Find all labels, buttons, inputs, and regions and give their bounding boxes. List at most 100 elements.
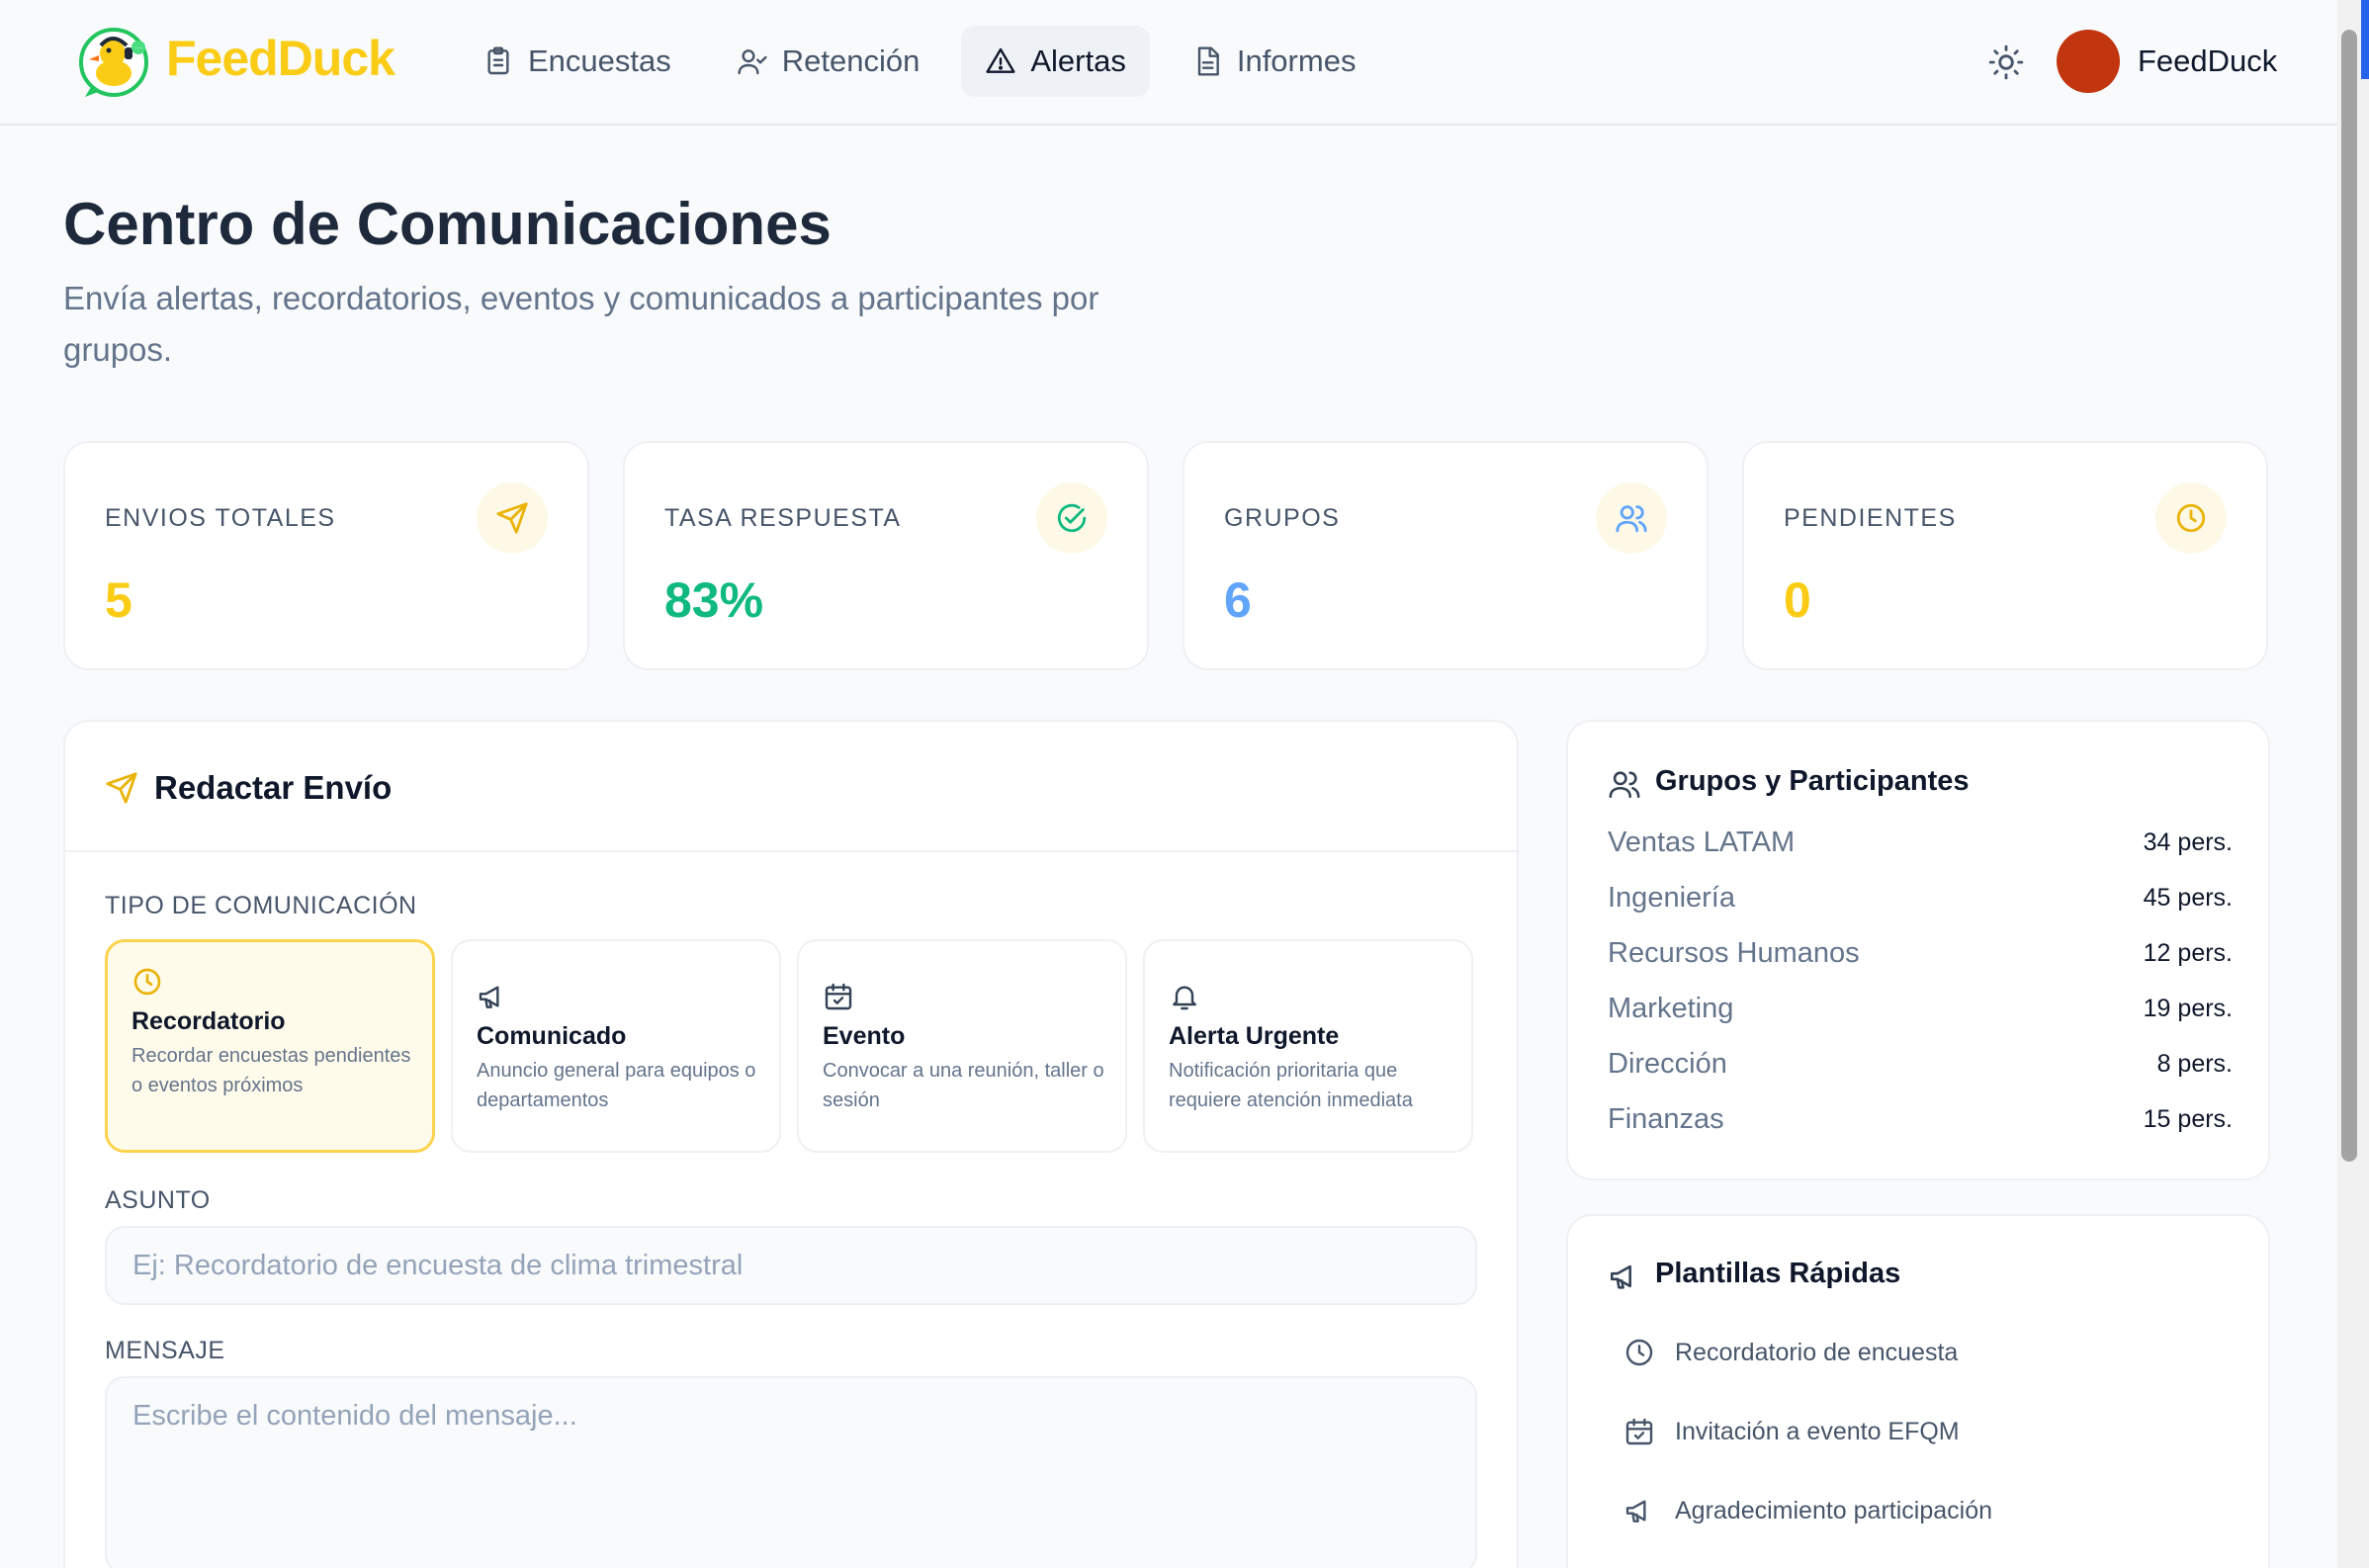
users-icon: [1609, 771, 1640, 799]
compose-title: Redactar Envío: [154, 769, 393, 806]
stat-card-grupos: GRUPOS 6: [1183, 441, 1709, 670]
window-edge: [2361, 0, 2369, 79]
group-count: 19 pers.: [2143, 995, 2233, 1022]
stat-label: GRUPOS: [1224, 504, 1341, 532]
stat-card-envios: ENVIOS TOTALES 5: [63, 441, 589, 670]
template-label: Recordatorio de encuesta: [1675, 1338, 1959, 1366]
clock-icon: [1625, 1339, 1653, 1366]
stat-label: PENDIENTES: [1784, 504, 1957, 532]
bell-icon: [1173, 986, 1196, 1010]
group-name: Recursos Humanos: [1608, 937, 1860, 969]
group-name: Ingeniería: [1608, 882, 1735, 914]
type-label: TIPO DE COMUNICACIÓN: [105, 892, 417, 919]
compose-panel: Redactar Envío TIPO DE COMUNICACIÓN Reco…: [63, 720, 1519, 1568]
user-check-icon: [738, 49, 767, 75]
group-name: Dirección: [1608, 1048, 1727, 1080]
clipboard-icon: [487, 46, 509, 75]
type-desc: Notificación prioritaria que requiere at…: [1169, 1060, 1413, 1111]
group-name: Marketing: [1608, 993, 1734, 1024]
message-label: MENSAJE: [105, 1337, 225, 1364]
template-label: Invitación a evento EFQM: [1675, 1417, 1960, 1445]
group-row[interactable]: Finanzas 15 pers.: [1608, 1103, 2233, 1143]
type-desc: Anuncio general para equipos o departame…: [477, 1060, 756, 1111]
nav-label: Retención: [781, 44, 921, 78]
users-icon: [1616, 505, 1647, 533]
type-title: Alerta Urgente: [1169, 1022, 1340, 1050]
nav-label: Alertas: [1030, 44, 1126, 78]
group-count: 8 pers.: [2156, 1050, 2233, 1078]
stat-value: 0: [1784, 572, 1811, 628]
group-count: 34 pers.: [2143, 828, 2233, 856]
clock-icon: [133, 968, 161, 996]
nav-label: Encuestas: [528, 44, 671, 78]
group-row[interactable]: Ingeniería 45 pers.: [1608, 882, 2233, 921]
groups-panel: Grupos y Participantes Ventas LATAM 34 p…: [1566, 720, 2270, 1180]
stat-card-pendientes: PENDIENTES 0: [1742, 441, 2268, 670]
template-label: Agradecimiento participación: [1675, 1496, 1993, 1524]
type-desc: Convocar a una reunión, taller o sesión: [823, 1060, 1104, 1111]
user-name[interactable]: FeedDuck: [2138, 44, 2277, 79]
megaphone-icon: [479, 986, 499, 1008]
type-option-alerta-urgente[interactable]: Alerta Urgente Notificación prioritaria …: [1143, 939, 1473, 1153]
document-icon: [1197, 46, 1219, 76]
brand-name[interactable]: FeedDuck: [166, 30, 395, 87]
stat-card-tasa: TASA RESPUESTA 83%: [623, 441, 1149, 670]
clock-icon: [2176, 503, 2206, 533]
megaphone-icon: [1610, 1264, 1631, 1289]
stat-value: 83%: [664, 572, 764, 628]
warning-triangle-icon: [986, 47, 1015, 73]
check-circle-icon: [1057, 503, 1087, 533]
svg-text:···: ···: [134, 44, 142, 52]
stat-value: 5: [105, 572, 132, 628]
group-row[interactable]: Marketing 19 pers.: [1608, 993, 2233, 1032]
type-option-comunicado[interactable]: Comunicado Anuncio general para equipos …: [451, 939, 781, 1153]
message-textarea[interactable]: Escribe el contenido del mensaje...: [105, 1376, 1477, 1568]
calendar-icon: [825, 983, 852, 1010]
stat-icon-wrap: [1036, 482, 1107, 554]
calendar-icon: [1625, 1418, 1653, 1445]
group-row[interactable]: Recursos Humanos 12 pers.: [1608, 937, 2233, 977]
main-nav: Encuestas Retención Alertas Informes: [459, 26, 1379, 97]
group-count: 45 pers.: [2143, 884, 2233, 912]
megaphone-icon: [1625, 1500, 1646, 1523]
stat-label: ENVIOS TOTALES: [105, 504, 336, 532]
stat-icon-wrap: [2155, 482, 2227, 554]
type-desc: Recordar encuestas pendientes o eventos …: [132, 1045, 411, 1096]
page-title: Centro de Comunicaciones: [63, 191, 832, 257]
send-icon: [496, 502, 528, 534]
stat-label: TASA RESPUESTA: [664, 504, 902, 532]
top-navbar: ··· FeedDuck Encuestas Retención Alertas…: [0, 0, 2339, 126]
nav-label: Informes: [1236, 44, 1357, 78]
duck-logo-icon[interactable]: ···: [77, 26, 150, 99]
group-name: Finanzas: [1608, 1103, 1724, 1135]
scrollbar-thumb[interactable]: [2341, 30, 2357, 1162]
stat-value: 6: [1224, 572, 1252, 628]
groups-title: Grupos y Participantes: [1655, 765, 1970, 797]
subject-label: ASUNTO: [105, 1186, 211, 1214]
send-icon: [106, 772, 137, 804]
type-option-evento[interactable]: Evento Convocar a una reunión, taller o …: [797, 939, 1127, 1153]
page-subtitle: Envía alertas, recordatorios, eventos y …: [63, 280, 1099, 368]
group-row[interactable]: Dirección 8 pers.: [1608, 1048, 2233, 1088]
templates-panel: Plantillas Rápidas Recordatorio de encue…: [1566, 1214, 2270, 1568]
nav-item-retencion[interactable]: Retención: [713, 26, 944, 97]
group-row[interactable]: Ventas LATAM 34 pers.: [1608, 827, 2233, 866]
type-option-recordatorio[interactable]: Recordatorio Recordar encuestas pendient…: [105, 939, 435, 1153]
subject-input[interactable]: Ej: Recordatorio de encuesta de clima tr…: [105, 1226, 1477, 1305]
template-item[interactable]: Invitación a evento EFQM: [1623, 1412, 1960, 1451]
nav-item-encuestas[interactable]: Encuestas: [459, 26, 695, 97]
stat-icon-wrap: [477, 482, 548, 554]
nav-item-alertas[interactable]: Alertas: [961, 26, 1150, 97]
type-title: Evento: [823, 1022, 906, 1050]
avatar[interactable]: [2057, 30, 2120, 93]
group-count: 12 pers.: [2143, 939, 2233, 967]
sun-icon[interactable]: [1987, 44, 2025, 81]
group-name: Ventas LATAM: [1608, 827, 1796, 858]
stat-icon-wrap: [1596, 482, 1667, 554]
type-title: Comunicado: [477, 1022, 627, 1050]
template-item[interactable]: Agradecimiento participación: [1623, 1491, 1992, 1530]
template-item[interactable]: Recordatorio de encuesta: [1623, 1333, 1958, 1372]
type-title: Recordatorio: [132, 1007, 286, 1035]
nav-item-informes[interactable]: Informes: [1168, 26, 1380, 97]
group-count: 15 pers.: [2143, 1105, 2233, 1133]
